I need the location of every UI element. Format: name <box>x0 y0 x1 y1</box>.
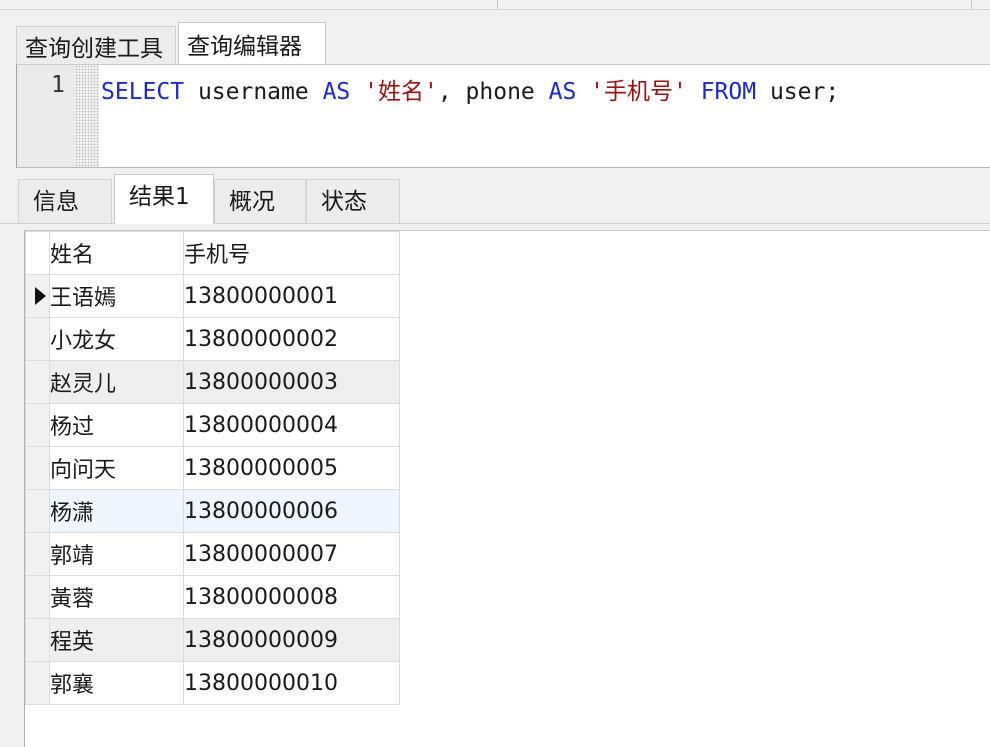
tab-overview[interactable]: 概况 <box>214 179 306 223</box>
grid-corner[interactable] <box>25 231 50 275</box>
row-indicator[interactable] <box>25 618 50 662</box>
cell-phone[interactable]: 13800000010 <box>183 661 400 705</box>
cell-phone[interactable]: 13800000008 <box>183 575 400 619</box>
row-indicator[interactable] <box>25 360 50 404</box>
cell-phone[interactable]: 13800000005 <box>183 446 400 490</box>
column-header-phone[interactable]: 手机号 <box>183 231 400 275</box>
cell-name[interactable]: 黃蓉 <box>49 575 184 619</box>
line-number: 1 <box>51 72 65 98</box>
tab-status[interactable]: 状态 <box>306 179 400 223</box>
cell-name[interactable]: 赵灵儿 <box>49 360 184 404</box>
cell-name[interactable]: 郭靖 <box>49 532 184 576</box>
cell-name[interactable]: 杨过 <box>49 403 184 447</box>
row-indicator[interactable] <box>25 532 50 576</box>
cell-phone[interactable]: 13800000003 <box>183 360 400 404</box>
row-indicator[interactable] <box>25 403 50 447</box>
grid-header-row: 姓名 手机号 <box>25 231 400 275</box>
sql-keyword: AS <box>548 79 577 105</box>
row-indicator[interactable] <box>25 661 50 705</box>
sql-identifier: , phone <box>437 79 549 105</box>
row-indicator[interactable] <box>25 317 50 361</box>
table-row[interactable]: 杨过 13800000004 <box>25 403 400 447</box>
table-row[interactable]: 郭靖 13800000007 <box>25 532 400 576</box>
cell-phone[interactable]: 13800000007 <box>183 532 400 576</box>
editor-tab-bar: 查询创建工具 查询编辑器 <box>0 10 990 73</box>
tab-info[interactable]: 信息 <box>18 179 112 223</box>
table-row[interactable]: 王语嫣 13800000001 <box>25 274 400 318</box>
table-row[interactable]: 小龙女 13800000002 <box>25 317 400 361</box>
sql-keyword: SELECT <box>101 79 185 105</box>
cell-name[interactable]: 向问天 <box>49 446 184 490</box>
result-tab-bar: 信息 结果1 概况 状态 <box>0 170 990 224</box>
table-row[interactable]: 赵灵儿 13800000003 <box>25 360 400 404</box>
column-header-name[interactable]: 姓名 <box>49 231 184 275</box>
fold-margin <box>75 65 99 167</box>
row-indicator[interactable] <box>25 446 50 490</box>
sql-code-line[interactable]: SELECT username AS '姓名', phone AS '手机号' … <box>101 72 839 106</box>
row-indicator[interactable] <box>25 274 50 318</box>
current-row-arrow-icon <box>35 287 46 305</box>
sql-keyword: FROM <box>700 79 757 105</box>
sql-keyword: AS <box>322 79 351 105</box>
cell-phone[interactable]: 13800000001 <box>183 274 400 318</box>
cell-phone[interactable]: 13800000006 <box>183 489 400 533</box>
sql-string: '姓名' <box>350 79 438 105</box>
cell-name[interactable]: 小龙女 <box>49 317 184 361</box>
sql-string: '手机号' <box>576 79 701 105</box>
cell-name[interactable]: 郭襄 <box>49 661 184 705</box>
toolbar-divider <box>971 0 972 9</box>
sql-editor[interactable]: 1 SELECT username AS '姓名', phone AS '手机号… <box>16 64 990 168</box>
window-top-strip <box>0 0 990 10</box>
table-row[interactable]: 黃蓉 13800000008 <box>25 575 400 619</box>
sql-identifier: username <box>184 79 323 105</box>
cell-name[interactable]: 程英 <box>49 618 184 662</box>
cell-phone[interactable]: 13800000009 <box>183 618 400 662</box>
result-grid: 姓名 手机号 王语嫣 13800000001 小龙女 13800000002 赵… <box>25 231 400 705</box>
cell-name[interactable]: 王语嫣 <box>49 274 184 318</box>
table-row[interactable]: 向问天 13800000005 <box>25 446 400 490</box>
result-grid-area: 姓名 手机号 王语嫣 13800000001 小龙女 13800000002 赵… <box>24 230 990 747</box>
row-indicator[interactable] <box>25 489 50 533</box>
toolbar-divider <box>497 0 498 9</box>
cell-name[interactable]: 杨潇 <box>49 489 184 533</box>
cell-phone[interactable]: 13800000004 <box>183 403 400 447</box>
row-indicator[interactable] <box>25 575 50 619</box>
table-row[interactable]: 杨潇 13800000006 <box>25 489 400 533</box>
cell-phone[interactable]: 13800000002 <box>183 317 400 361</box>
tab-result-1[interactable]: 结果1 <box>114 174 214 224</box>
line-number-gutter: 1 <box>17 65 75 167</box>
table-row[interactable]: 郭襄 13800000010 <box>25 661 400 705</box>
table-row[interactable]: 程英 13800000009 <box>25 618 400 662</box>
sql-identifier: user; <box>756 79 840 105</box>
